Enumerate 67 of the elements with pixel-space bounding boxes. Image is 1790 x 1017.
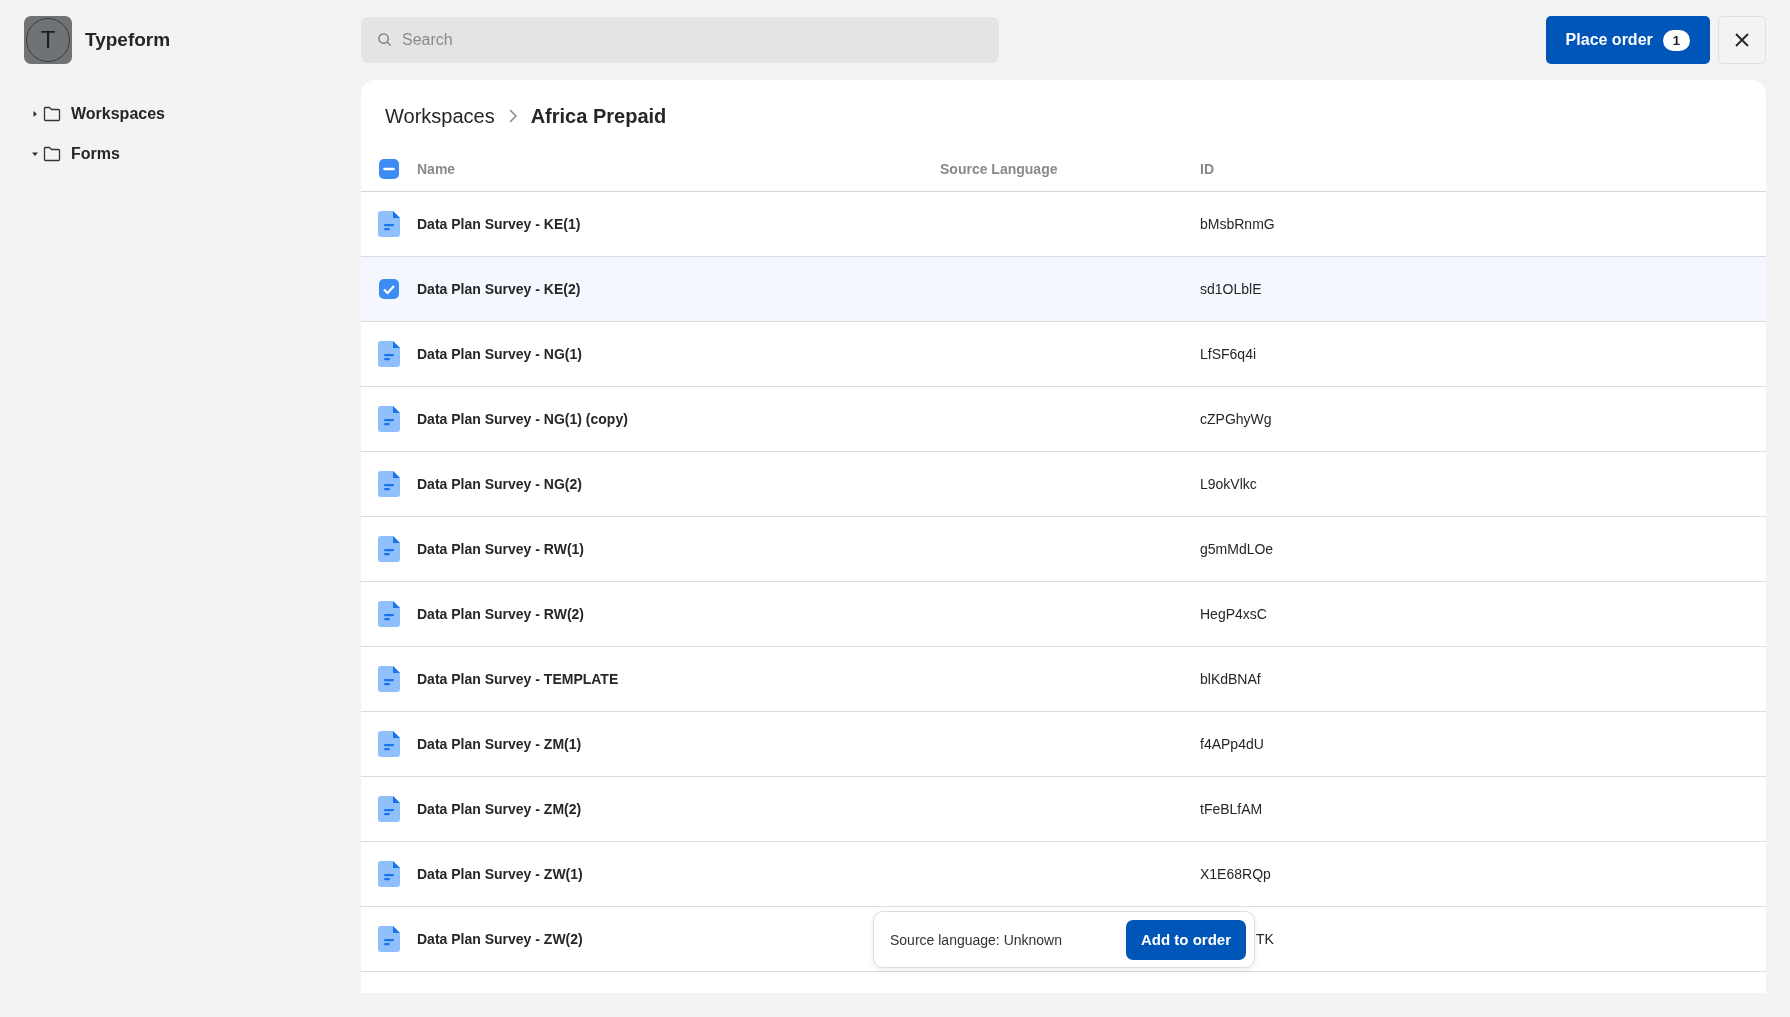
table-cell: Data Plan Survey - NG(1) (copy) [417,411,628,427]
document-icon [378,731,400,757]
document-icon [378,666,400,692]
column-header: Name [417,160,457,177]
app-name: Typeform [85,29,171,51]
table-cell: Data Plan Survey - ZM(2) [417,801,582,817]
breadcrumb-item[interactable]: Workspaces [385,104,495,128]
table-cell: Data Plan Survey - NG(1) [417,346,582,362]
document-icon [378,536,400,562]
table-row[interactable]: Data Plan Survey - NG(1) LfSF6q4i [361,322,1766,387]
checkbox[interactable] [379,279,399,299]
table-cell: bMsbRnmG [1200,216,1275,232]
popup-text: Source language: Unknown [890,931,1062,948]
table-cell: tFeBLfAM [1200,801,1263,817]
search-field[interactable]: Search [361,17,999,63]
table-row[interactable]: Data Plan Survey - NG(2) L9okVlkc [361,452,1766,517]
table-cell: g5mMdLOe [1200,541,1274,557]
table-cell: X1E68RQp [1200,866,1271,882]
add-to-order-button[interactable]: Add to order [1126,919,1246,960]
table-cell: blKdBNAf [1200,671,1261,687]
table-row[interactable]: Data Plan Survey - RW(1) g5mMdLOe [361,517,1766,582]
close-icon [1734,32,1750,48]
table-cell: Data Plan Survey - KE(1) [417,216,581,232]
table-row[interactable]: Data Plan Survey - NG(1) (copy) cZPGhyWg [361,387,1766,452]
table-row[interactable]: Data Plan Survey - TEMPLATE blKdBNAf [361,647,1766,712]
document-icon [378,926,400,952]
table-cell: Data Plan Survey - KE(2) [417,281,581,297]
document-icon [378,601,400,627]
search-icon [377,32,392,47]
breadcrumb-item: Africa Prepaid [530,104,667,128]
table-row[interactable]: Data Plan Survey - RW(2) HegP4xsC [361,582,1766,647]
close-button[interactable] [1718,16,1766,64]
table-cell: cZPGhyWg [1200,411,1272,427]
chevron-icon [508,109,517,123]
place-order-button[interactable]: Place order 1 [1545,16,1710,64]
table-row[interactable]: Data Plan Survey - ZW(1) X1E68RQp [361,842,1766,907]
document-icon [378,796,400,822]
document-icon [378,471,400,497]
count-badge: 1 [1662,29,1690,51]
table-cell: HegP4xsC [1200,606,1267,622]
select-all-checkbox[interactable] [379,158,399,179]
table-cell: Data Plan Survey - NG(2) [417,476,582,492]
table-row[interactable]: Data Plan Survey - ZM(1) f4APp4dU [361,712,1766,777]
column-header: Source Language [940,160,1059,177]
table-cell: Data Plan Survey - RW(1) [417,541,584,557]
table-cell: Data Plan Survey - ZW(2) [417,931,583,947]
sidebar-item[interactable]: Workspaces [24,94,165,134]
folder-icon [43,106,61,122]
avatar: T [24,16,72,64]
folder-icon [43,146,61,162]
table-cell: f4APp4dU [1200,736,1264,752]
table-cell: TK [1256,931,1274,947]
document-icon [378,341,400,367]
table-cell: Data Plan Survey - ZW(1) [417,866,583,882]
sidebar-item[interactable]: Forms [24,134,120,174]
document-icon [378,406,400,432]
document-icon [378,861,400,887]
table-cell: Data Plan Survey - TEMPLATE [417,671,619,687]
table-row[interactable]: Data Plan Survey - KE(2) sd1OLblE [361,257,1766,322]
table-cell: Data Plan Survey - RW(2) [417,606,584,622]
table-cell: Data Plan Survey - ZM(1) [417,736,582,752]
table-cell: sd1OLblE [1200,281,1262,297]
table-row[interactable]: Data Plan Survey - ZM(2) tFeBLfAM [361,777,1766,842]
document-icon [378,211,400,237]
table-cell: L9okVlkc [1200,476,1257,492]
table-cell: LfSF6q4i [1200,346,1257,362]
column-header: ID [1200,160,1215,177]
